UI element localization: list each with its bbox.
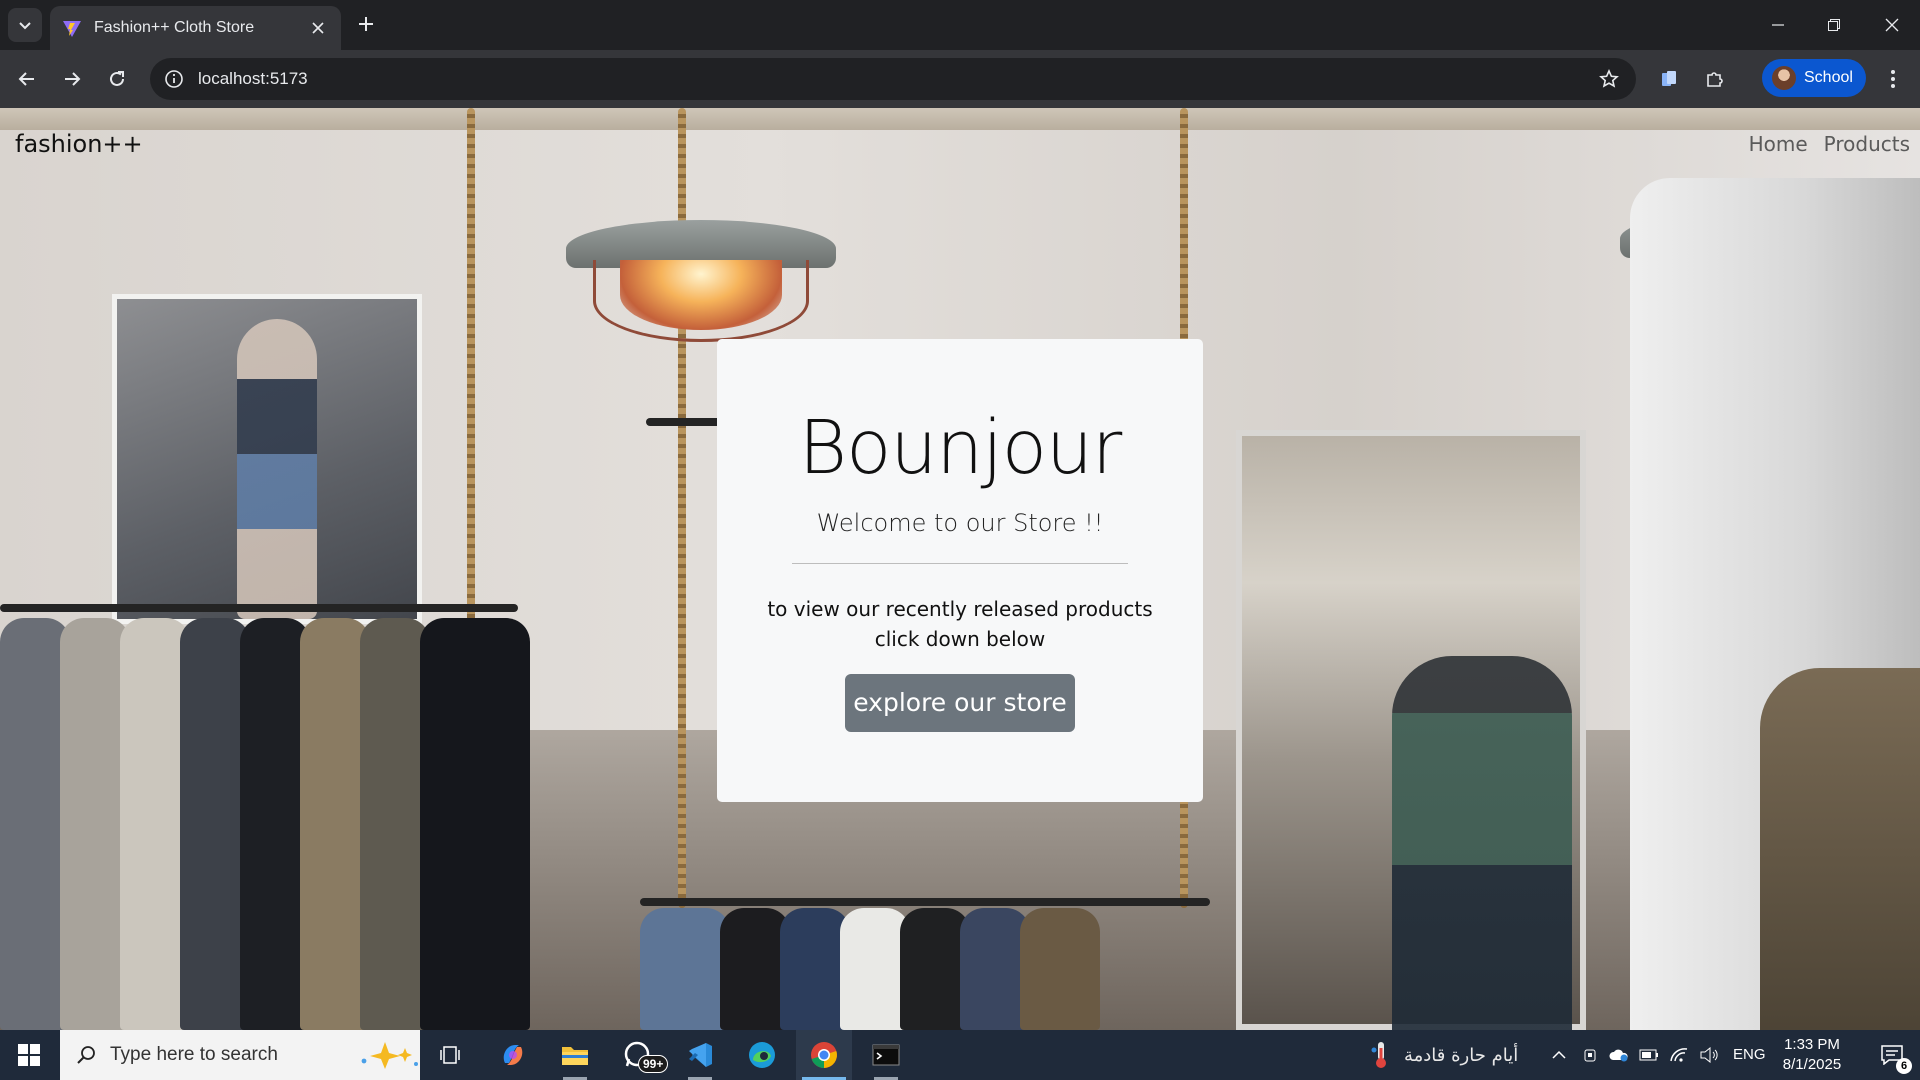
taskbar-search-box[interactable]: Type here to search bbox=[60, 1030, 420, 1080]
terminal-icon bbox=[872, 1044, 900, 1066]
whatsapp-badge: 99+ bbox=[638, 1055, 669, 1073]
background-rope bbox=[467, 108, 475, 628]
clock-date: 8/1/2025 bbox=[1782, 1056, 1842, 1073]
reload-icon bbox=[110, 71, 124, 86]
background-hanging-shirts bbox=[640, 908, 1200, 1030]
background-hanging-clothes bbox=[0, 618, 560, 1030]
kebab-menu-icon[interactable] bbox=[1876, 62, 1910, 96]
chevron-up-icon bbox=[1552, 1050, 1566, 1059]
profile-name: School bbox=[1804, 69, 1853, 86]
welcome-lead: Welcome to our Store !! bbox=[816, 509, 1104, 537]
background-poster bbox=[112, 294, 422, 624]
divider bbox=[792, 563, 1128, 564]
background-clothes-rail bbox=[646, 418, 726, 426]
whatsapp-button[interactable]: 99+ bbox=[610, 1030, 669, 1080]
search-icon bbox=[77, 1046, 95, 1064]
arrow-left-icon bbox=[18, 72, 34, 86]
url-text[interactable]: localhost:5173 bbox=[198, 69, 1592, 89]
input-language-indicator[interactable]: ENG bbox=[1733, 1030, 1766, 1080]
site-brand[interactable]: fashion++ bbox=[15, 130, 143, 158]
reload-button[interactable] bbox=[100, 62, 134, 96]
vscode-icon bbox=[689, 1043, 712, 1067]
welcome-description: to view our recently released products c… bbox=[717, 594, 1203, 654]
arrow-right-icon bbox=[65, 72, 81, 86]
plus-icon bbox=[359, 17, 373, 31]
meet-now-tray-icon[interactable] bbox=[1578, 1030, 1604, 1080]
minimize-icon bbox=[1772, 24, 1784, 26]
back-button[interactable] bbox=[10, 62, 44, 96]
start-button[interactable] bbox=[0, 1030, 58, 1080]
profile-button[interactable]: School bbox=[1762, 59, 1866, 97]
edge-icon bbox=[749, 1042, 775, 1068]
address-bar[interactable]: localhost:5173 bbox=[150, 58, 1636, 100]
welcome-card: Bounjour Welcome to our Store !! to view… bbox=[717, 339, 1203, 802]
tab-search-button[interactable] bbox=[8, 8, 42, 42]
system-clock[interactable]: 1:33 PM 8/1/2025 bbox=[1772, 1035, 1852, 1075]
file-explorer-button[interactable] bbox=[547, 1030, 603, 1080]
notification-count-badge: 6 bbox=[1896, 1058, 1912, 1074]
site-nav: Home Products bbox=[1749, 132, 1910, 156]
clock-time: 1:33 PM bbox=[1784, 1036, 1840, 1053]
bookmark-star-icon[interactable] bbox=[1592, 62, 1626, 96]
tab-title: Fashion++ Cloth Store bbox=[94, 19, 255, 36]
description-line-1: to view our recently released products bbox=[767, 597, 1153, 621]
weather-text: أيام حارة قادمة bbox=[1404, 1044, 1519, 1066]
weather-widget[interactable]: أيام حارة قادمة bbox=[1370, 1030, 1518, 1080]
background-jacket bbox=[1760, 668, 1920, 1030]
thermometer-icon bbox=[1371, 1042, 1386, 1068]
site-info-icon[interactable] bbox=[164, 69, 184, 89]
avatar bbox=[1772, 66, 1796, 90]
vite-favicon-icon bbox=[63, 21, 81, 37]
terminal-button[interactable] bbox=[858, 1030, 914, 1080]
restore-button[interactable] bbox=[1806, 0, 1862, 50]
volume-icon[interactable] bbox=[1696, 1030, 1722, 1080]
explore-store-button[interactable]: explore our store bbox=[845, 674, 1075, 732]
chevron-down-icon bbox=[19, 22, 31, 30]
windows-taskbar: Type here to search 99+ أيام حارة قادمة bbox=[0, 1030, 1920, 1080]
copilot-icon bbox=[503, 1045, 523, 1065]
battery-icon[interactable] bbox=[1636, 1030, 1662, 1080]
background-ceiling bbox=[0, 108, 1920, 130]
search-highlight-sparkle-icon bbox=[350, 1040, 420, 1070]
reading-list-icon[interactable] bbox=[1652, 62, 1686, 96]
search-placeholder: Type here to search bbox=[110, 1044, 278, 1065]
windows-logo-icon bbox=[18, 1044, 40, 1066]
browser-tab-strip: Fashion++ Cloth Store bbox=[0, 0, 1920, 50]
vscode-button[interactable] bbox=[672, 1030, 728, 1080]
onedrive-tray-icon[interactable] bbox=[1606, 1030, 1632, 1080]
wifi-icon[interactable] bbox=[1666, 1030, 1692, 1080]
close-icon bbox=[1885, 18, 1899, 32]
tab-close-icon[interactable] bbox=[307, 17, 329, 39]
background-clothes-rail bbox=[640, 898, 1210, 906]
close-window-button[interactable] bbox=[1864, 0, 1920, 50]
browser-toolbar: localhost:5173 School bbox=[0, 50, 1920, 108]
browser-tab[interactable]: Fashion++ Cloth Store bbox=[50, 6, 341, 50]
new-tab-button[interactable] bbox=[352, 10, 380, 38]
task-view-icon bbox=[440, 1046, 460, 1064]
task-view-button[interactable] bbox=[422, 1030, 478, 1080]
background-mirror bbox=[1236, 430, 1586, 1030]
chrome-button[interactable] bbox=[796, 1030, 852, 1080]
background-clothes-rail bbox=[0, 604, 518, 612]
show-hidden-icons-button[interactable] bbox=[1546, 1030, 1572, 1080]
notification-center-button[interactable]: 6 bbox=[1864, 1030, 1920, 1080]
minimize-button[interactable] bbox=[1750, 0, 1806, 50]
background-pendant-lamp bbox=[566, 220, 836, 350]
store-landing-page: fashion++ Home Products Bounjour Welcome… bbox=[0, 108, 1920, 1030]
welcome-heading: Bounjour bbox=[798, 405, 1123, 491]
restore-icon bbox=[1828, 19, 1840, 31]
nav-home-link[interactable]: Home bbox=[1749, 132, 1808, 156]
description-line-2: click down below bbox=[874, 627, 1046, 651]
chrome-icon bbox=[811, 1042, 837, 1068]
extensions-puzzle-icon[interactable] bbox=[1698, 62, 1732, 96]
nav-products-link[interactable]: Products bbox=[1824, 132, 1910, 156]
forward-button[interactable] bbox=[55, 62, 89, 96]
edge-button[interactable] bbox=[734, 1030, 790, 1080]
copilot-button[interactable] bbox=[485, 1030, 541, 1080]
folder-icon bbox=[562, 1047, 588, 1065]
